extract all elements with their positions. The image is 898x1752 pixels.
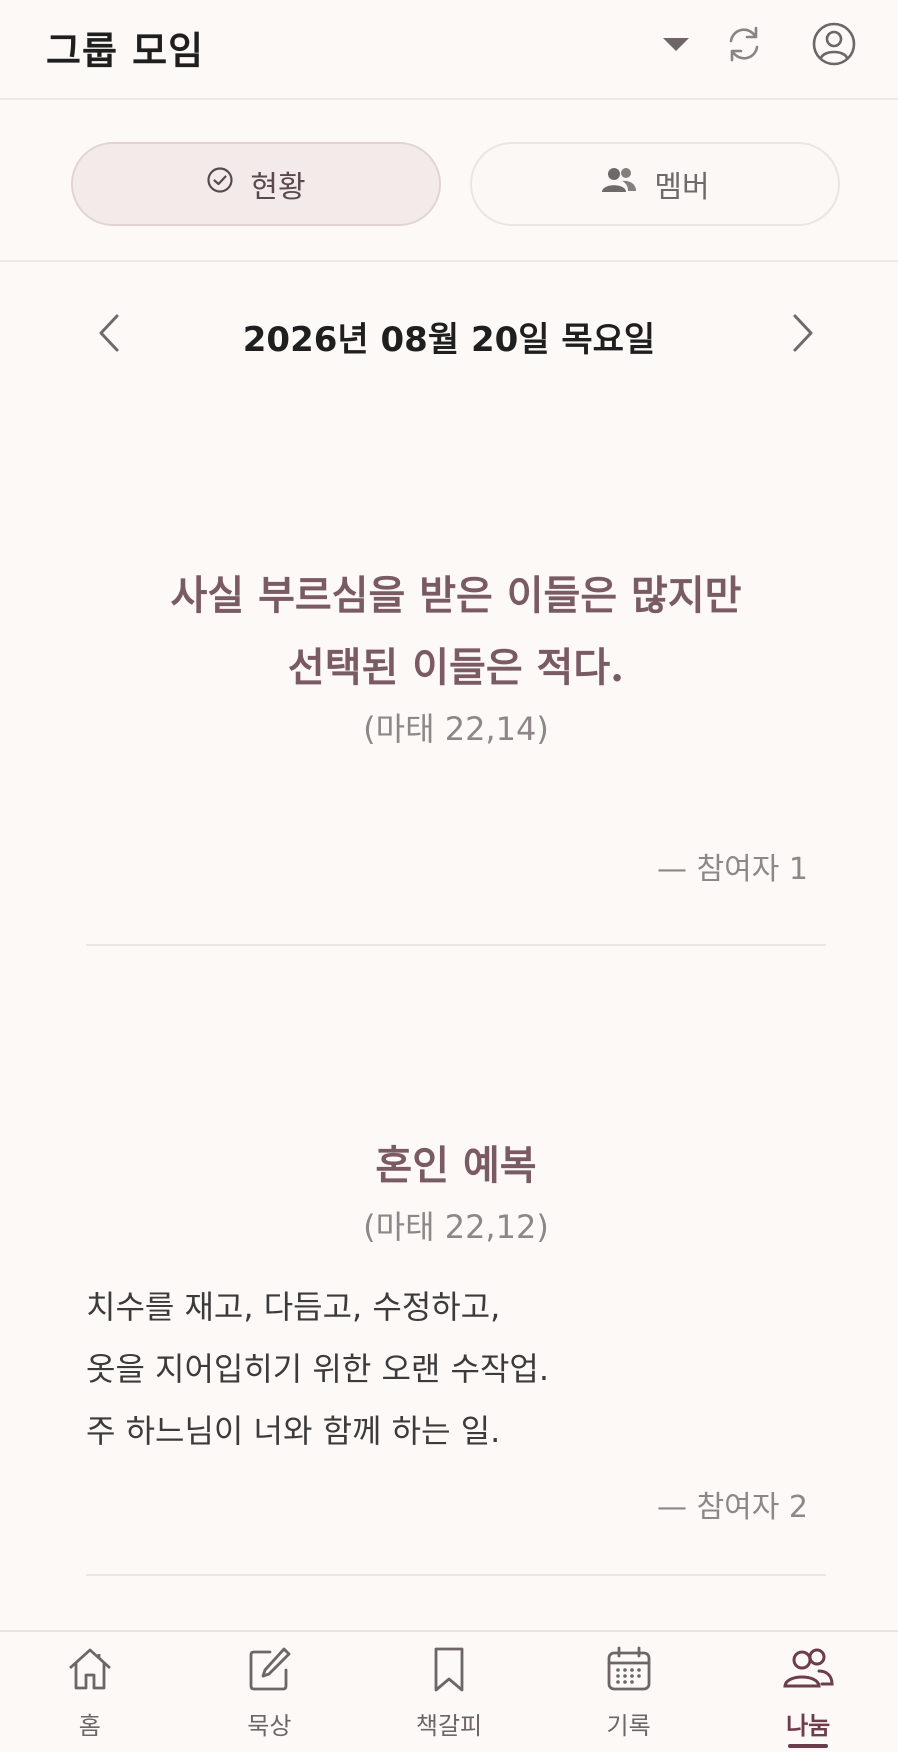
segment-tabs: 현황 멤버 (0, 100, 898, 262)
next-date-button[interactable] (778, 308, 828, 358)
post-author: — 참여자 1 (657, 852, 808, 887)
post-divider (86, 1574, 826, 1576)
profile-icon[interactable] (808, 18, 860, 70)
nav-meditation[interactable]: 묵상 (180, 1632, 360, 1752)
app-screen: 그룹 모임 현황 멤버 2026년 08월 20일 목요일 사실 부르심을 받은… (0, 0, 898, 1752)
post-reference: (마태 22,14) (363, 710, 549, 748)
members-icon (600, 166, 638, 202)
bottom-navigation: 홈 묵상 책갈피 기록 나눔 (0, 1630, 898, 1752)
post-reference: (마태 22,12) (363, 1208, 549, 1246)
post-title: 사실 부르심을 받은 이들은 많지만 선택된 이들은 적다. (170, 572, 742, 691)
bookmark-icon (422, 1642, 476, 1696)
tab-status[interactable]: 현황 (71, 142, 441, 226)
post-body: 치수를 재고, 다듬고, 수정하고, 옷을 지어입히기 위한 오랜 수작업. 주… (86, 1288, 550, 1450)
nav-bookmark[interactable]: 책갈피 (359, 1632, 539, 1752)
post-divider (86, 944, 826, 946)
tab-members[interactable]: 멤버 (470, 142, 840, 226)
post-title: 혼인 예복 (375, 1142, 537, 1189)
refresh-icon[interactable] (718, 18, 770, 70)
current-date: 2026년 08월 20일 목요일 (242, 320, 656, 360)
nav-sharing[interactable]: 나눔 (718, 1632, 898, 1752)
dropdown-caret-icon[interactable] (650, 18, 702, 70)
post-author: — 참여자 2 (657, 1490, 808, 1525)
app-header: 그룹 모임 (0, 0, 898, 100)
calendar-icon (602, 1642, 656, 1696)
tab-members-label: 멤버 (654, 170, 710, 205)
nav-record[interactable]: 기록 (539, 1632, 719, 1752)
edit-icon (242, 1642, 296, 1696)
page-title: 그룹 모임 (46, 29, 205, 73)
date-navigation: 2026년 08월 20일 목요일 (0, 262, 898, 402)
active-indicator (788, 1744, 829, 1748)
check-circle-icon (206, 166, 234, 202)
home-icon (63, 1642, 117, 1696)
sharing-post: 혼인 예복 (마태 22,12) 치수를 재고, 다듬고, 수정하고, 옷을 지… (86, 1130, 826, 1526)
nav-home[interactable]: 홈 (0, 1632, 180, 1752)
tab-status-label: 현황 (250, 170, 306, 205)
sharing-post: 사실 부르심을 받은 이들은 많지만 선택된 이들은 적다. (마태 22,14… (86, 560, 826, 888)
group-icon (781, 1642, 835, 1696)
